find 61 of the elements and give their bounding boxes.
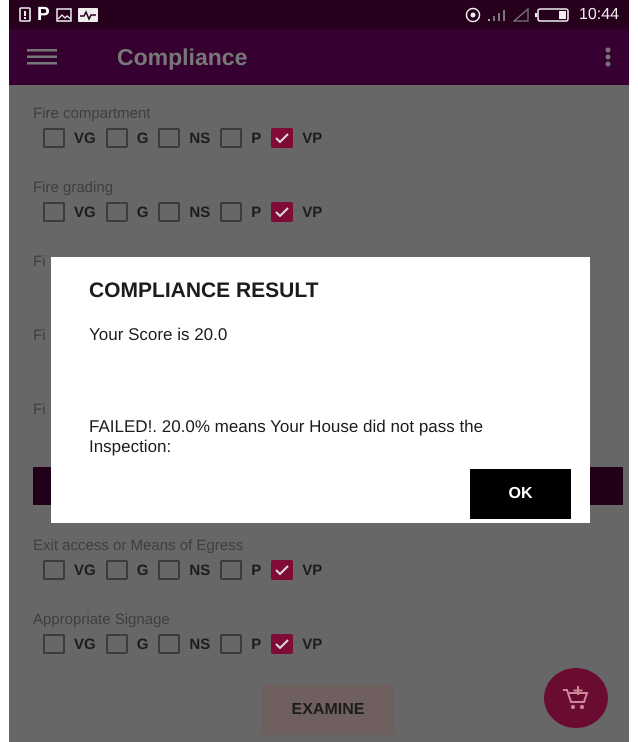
checkmark-icon: [274, 564, 290, 576]
checkbox[interactable]: [220, 202, 242, 222]
score-text: Your Score is 20.0: [89, 325, 228, 345]
option-label: VP: [302, 562, 322, 578]
checkmark-icon: [274, 206, 290, 218]
option-label: G: [136, 562, 148, 578]
result-message: FAILED!. 20.0% means Your House did not pass the Inspection:: [89, 417, 484, 456]
battery-icon: [534, 8, 569, 22]
app-letter: P: [37, 4, 50, 26]
checkbox[interactable]: [43, 202, 65, 222]
checkbox[interactable]: [220, 560, 242, 580]
app-title: Compliance: [117, 44, 248, 70]
option-label: NS: [189, 636, 210, 652]
option-label: G: [136, 130, 148, 146]
checkbox[interactable]: [271, 128, 294, 148]
image-icon: [56, 8, 72, 22]
signal-icon: [486, 8, 507, 22]
checkbox[interactable]: [43, 128, 65, 148]
wifi-icon: [512, 8, 529, 22]
option-label: VP: [302, 204, 322, 220]
option-label: VP: [302, 636, 322, 652]
option-label: NS: [189, 562, 210, 578]
option-label: VG: [74, 130, 96, 146]
option-label: NS: [189, 130, 210, 146]
checkbox[interactable]: [220, 634, 242, 654]
activity-icon: [78, 8, 98, 22]
checkbox[interactable]: [43, 560, 65, 580]
checkmark-icon: [274, 132, 290, 144]
ok-button[interactable]: OK: [470, 469, 571, 519]
dialog-title: COMPLIANCE RESULT: [89, 279, 320, 303]
checkbox[interactable]: [158, 560, 180, 580]
checkbox[interactable]: [106, 634, 128, 654]
checkbox[interactable]: [271, 634, 294, 654]
option-label: P: [251, 130, 262, 146]
checkbox[interactable]: [271, 202, 294, 222]
checkmark-icon: [274, 638, 290, 650]
option-label: P: [251, 204, 262, 220]
checkbox[interactable]: [271, 560, 294, 580]
option-label: VG: [74, 636, 96, 652]
checkbox[interactable]: [220, 128, 242, 148]
option-label: G: [136, 204, 148, 220]
menu-icon[interactable]: [27, 48, 57, 66]
location-icon: [464, 6, 481, 22]
checkbox[interactable]: [106, 128, 128, 148]
checkbox[interactable]: [106, 202, 128, 222]
checkbox[interactable]: [106, 560, 128, 580]
alert-icon: [19, 7, 31, 22]
option-label: P: [251, 562, 262, 578]
option-label: VG: [74, 204, 96, 220]
cart-plus-icon: [562, 685, 590, 711]
checkbox[interactable]: [158, 634, 180, 654]
more-icon[interactable]: [605, 47, 611, 67]
clock-time: 10:44: [578, 6, 619, 24]
option-label: VG: [74, 562, 96, 578]
option-label: NS: [189, 204, 210, 220]
checkbox[interactable]: [158, 128, 180, 148]
option-label: G: [136, 636, 148, 652]
option-label: P: [251, 636, 262, 652]
checkbox[interactable]: [43, 634, 65, 654]
option-label: VP: [302, 130, 322, 146]
checkbox[interactable]: [158, 202, 180, 222]
